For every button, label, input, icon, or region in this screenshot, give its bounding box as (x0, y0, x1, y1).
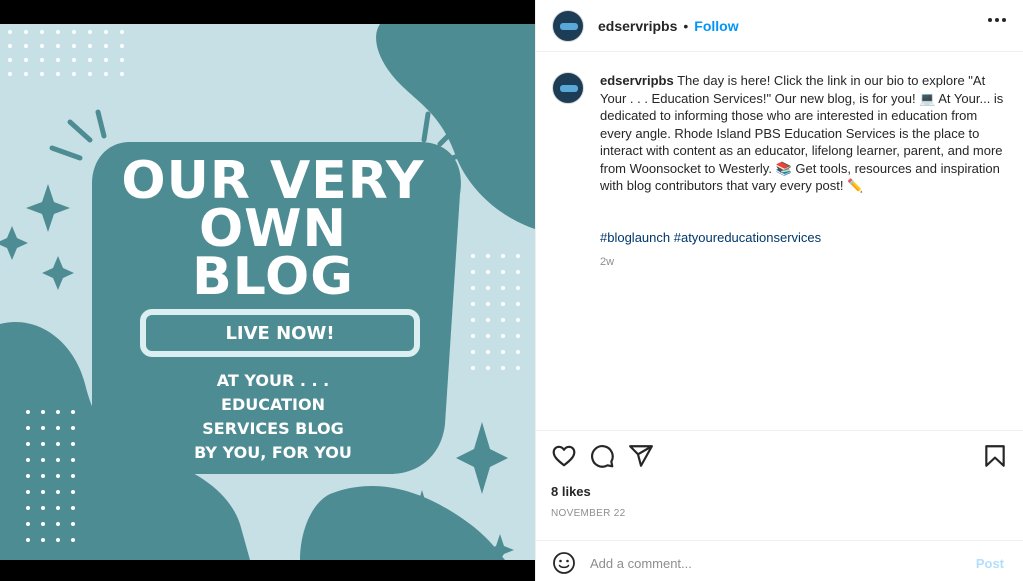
post-header: edservripbs • Follow (536, 0, 1023, 52)
comment-input[interactable] (590, 549, 960, 577)
caption-hashtags[interactable]: #bloglaunch #atyoureducationservices (600, 230, 821, 245)
avatar[interactable] (552, 9, 584, 42)
post-sidebar: edservripbs • Follow edservripbs The day… (535, 0, 1023, 581)
caption-text-block: edservripbs The day is here! Click the l… (600, 72, 1005, 195)
caption-body: The day is here! Click the link in our b… (600, 73, 1004, 193)
caption-username[interactable]: edservripbs (600, 73, 674, 88)
comment-bar: Post (536, 540, 1023, 581)
post-comment-button[interactable]: Post (976, 556, 1004, 571)
caption-avatar[interactable] (552, 72, 584, 104)
image-live-badge: LIVE NOW! (140, 309, 420, 357)
action-bar (536, 430, 1023, 480)
caption-time-ago: 2w (600, 256, 615, 268)
likes-count[interactable]: 8 likes (551, 484, 591, 499)
header-username[interactable]: edservripbs (598, 18, 677, 34)
image-subtext: AT YOUR . . . EDUCATION SERVICES BLOG BY… (194, 371, 352, 462)
header-separator: • (683, 17, 689, 34)
follow-button[interactable]: Follow (694, 18, 738, 34)
post-image[interactable]: OUR VERY OWN BLOG LIVE NOW! AT YOUR . . … (0, 24, 535, 560)
bookmark-icon[interactable] (982, 443, 1008, 469)
more-horizontal-icon[interactable] (988, 18, 1006, 22)
image-headline: OUR VERY OWN BLOG (121, 151, 425, 307)
comment-icon[interactable] (589, 443, 615, 469)
emoji-icon[interactable] (552, 551, 576, 575)
share-icon[interactable] (628, 443, 654, 469)
image-live-badge-text: LIVE NOW! (225, 322, 335, 344)
letterbox-top (0, 0, 535, 24)
heart-icon[interactable] (551, 443, 577, 469)
letterbox-bottom (0, 560, 535, 581)
post-date: NOVEMBER 22 (551, 508, 626, 519)
